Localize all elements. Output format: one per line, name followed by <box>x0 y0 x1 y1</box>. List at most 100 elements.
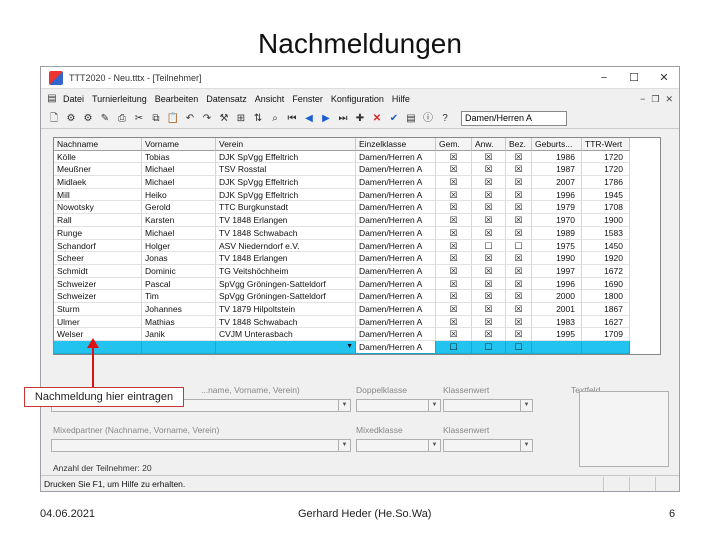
table-row[interactable]: Meußner Michael TSV Rosstal Damen/Herren A ☒… <box>54 163 660 177</box>
chevron-down-icon[interactable]: ▼ <box>338 400 350 411</box>
cut-icon[interactable]: ✂ <box>132 112 146 126</box>
cell-vorname[interactable]: Michael <box>142 163 216 177</box>
last-record-icon[interactable]: ⏭ <box>336 112 350 126</box>
gem-checkbox[interactable]: ☒ <box>436 226 472 240</box>
bez-checkbox[interactable]: ☒ <box>506 264 532 278</box>
cell-nachname[interactable]: Midlaek <box>54 176 142 189</box>
gem-checkbox[interactable]: ☒ <box>436 290 472 303</box>
cell-nachname[interactable]: Ulmer <box>54 315 142 329</box>
cell-geburtsjahr[interactable]: 1970 <box>532 214 582 227</box>
new-verein-cell[interactable]: ▼ <box>216 341 356 354</box>
class-select[interactable]: Damen/Herren A <box>461 111 567 126</box>
add-record-icon[interactable]: ✚ <box>353 112 367 126</box>
gem-checkbox[interactable]: ☒ <box>436 150 472 164</box>
chevron-down-icon[interactable]: ▼ <box>520 440 532 451</box>
bez-checkbox[interactable]: ☒ <box>506 226 532 240</box>
gem-checkbox[interactable]: ☒ <box>436 252 472 265</box>
cell-nachname[interactable]: Scheer <box>54 252 142 265</box>
mdi-close-button[interactable]: ✕ <box>665 94 673 105</box>
cell-nachname[interactable]: Schweizer <box>54 277 142 291</box>
menu-datei[interactable]: Datei <box>59 94 88 104</box>
anw-checkbox[interactable]: ☒ <box>472 252 506 265</box>
cell-geburtsjahr[interactable]: 1996 <box>532 188 582 202</box>
cell-verein[interactable]: ASV Niederndorf e.V. <box>216 239 356 253</box>
cell-ttr[interactable]: 1583 <box>582 226 630 240</box>
anw-checkbox[interactable]: ☐ <box>472 239 506 253</box>
table-icon[interactable]: ⊞ <box>234 112 248 126</box>
copy-icon[interactable]: ⧉ <box>149 112 163 126</box>
gem-checkbox[interactable]: ☒ <box>436 328 472 341</box>
info-icon[interactable]: ⓘ <box>421 112 435 126</box>
anw-checkbox[interactable]: ☒ <box>472 290 506 303</box>
col-einzelklasse[interactable]: Einzelklasse <box>356 138 436 151</box>
new-gem-checkbox[interactable]: ☐ <box>436 341 472 354</box>
cell-vorname[interactable]: Jonas <box>142 252 216 265</box>
col-verein[interactable]: Verein <box>216 138 356 151</box>
chevron-down-icon[interactable]: ▼ <box>428 400 440 411</box>
cell-verein[interactable]: TV 1848 Erlangen <box>216 214 356 227</box>
new-anw-checkbox[interactable]: ☐ <box>472 341 506 354</box>
cell-geburtsjahr[interactable]: 1989 <box>532 226 582 240</box>
cell-einzelklasse[interactable]: Damen/Herren A <box>356 277 436 291</box>
cell-verein[interactable]: TSV Rosstal <box>216 163 356 177</box>
confirm-icon[interactable]: ✔ <box>387 112 401 126</box>
list-icon[interactable]: ▤ <box>404 112 418 126</box>
cell-ttr[interactable]: 1786 <box>582 176 630 189</box>
sort-icon[interactable]: ⇅ <box>251 112 265 126</box>
doppelklasse-select[interactable]: ▼ <box>356 399 441 412</box>
cell-ttr[interactable]: 1945 <box>582 188 630 202</box>
table-row[interactable]: Mill Heiko DJK SpVgg Effeltrich Damen/Herre… <box>54 188 660 202</box>
cell-geburtsjahr[interactable]: 1986 <box>532 150 582 164</box>
anw-checkbox[interactable]: ☒ <box>472 188 506 202</box>
new-bez-checkbox[interactable]: ☐ <box>506 341 532 354</box>
textfeld-input[interactable] <box>579 391 669 467</box>
cell-verein[interactable]: CVJM Unterasbach <box>216 328 356 341</box>
cell-nachname[interactable]: Rall <box>54 214 142 227</box>
table-row[interactable]: Schandorf Holger ASV Niederndorf e.V. Damen… <box>54 239 660 253</box>
gem-checkbox[interactable]: ☒ <box>436 239 472 253</box>
minimize-button[interactable]: − <box>589 72 619 84</box>
col-anw[interactable]: Anw. <box>472 138 506 151</box>
chevron-down-icon[interactable]: ▼ <box>346 341 353 353</box>
anw-checkbox[interactable]: ☒ <box>472 302 506 316</box>
cell-nachname[interactable]: Schandorf <box>54 239 142 253</box>
cell-einzelklasse[interactable]: Damen/Herren A <box>356 176 436 189</box>
gem-checkbox[interactable]: ☒ <box>436 214 472 227</box>
bez-checkbox[interactable]: ☒ <box>506 328 532 341</box>
cell-geburtsjahr[interactable]: 1979 <box>532 201 582 215</box>
help-icon[interactable]: ? <box>438 112 452 126</box>
new-entry-row[interactable]: ▼ Damen/Herren A ☐ ☐ ☐ <box>54 341 660 354</box>
klassenwert-select[interactable]: ▼ <box>443 399 533 412</box>
cell-ttr[interactable]: 1920 <box>582 252 630 265</box>
anw-checkbox[interactable]: ☒ <box>472 264 506 278</box>
cell-ttr[interactable]: 1720 <box>582 163 630 177</box>
cell-nachname[interactable]: Nowotsky <box>54 201 142 215</box>
gem-checkbox[interactable]: ☒ <box>436 163 472 177</box>
cell-einzelklasse[interactable]: Damen/Herren A <box>356 290 436 303</box>
cell-verein[interactable]: DJK SpVgg Effeltrich <box>216 188 356 202</box>
cell-einzelklasse[interactable]: Damen/Herren A <box>356 264 436 278</box>
cell-einzelklasse[interactable]: Damen/Herren A <box>356 226 436 240</box>
cell-ttr[interactable]: 1450 <box>582 239 630 253</box>
print-icon[interactable]: ⎙ <box>115 112 129 126</box>
cell-ttr[interactable]: 1672 <box>582 264 630 278</box>
cell-vorname[interactable]: Johannes <box>142 302 216 316</box>
table-row[interactable]: Midlaek Michael DJK SpVgg Effeltrich Damen/… <box>54 176 660 189</box>
cell-verein[interactable]: DJK SpVgg Effeltrich <box>216 176 356 189</box>
bez-checkbox[interactable]: ☒ <box>506 290 532 303</box>
new-vorname-cell[interactable] <box>142 341 216 354</box>
cell-geburtsjahr[interactable]: 2000 <box>532 290 582 303</box>
mixedpartner-select[interactable]: ▼ <box>51 439 351 452</box>
col-vorname[interactable]: Vorname <box>142 138 216 151</box>
next-record-icon[interactable]: ▶ <box>319 112 333 126</box>
new-icon[interactable]: 🗋 <box>47 112 61 126</box>
gem-checkbox[interactable]: ☒ <box>436 315 472 329</box>
col-gem[interactable]: Gem. <box>436 138 472 151</box>
cell-ttr[interactable]: 1627 <box>582 315 630 329</box>
cell-geburtsjahr[interactable]: 1987 <box>532 163 582 177</box>
cell-ttr[interactable]: 1708 <box>582 201 630 215</box>
col-bez[interactable]: Bez. <box>506 138 532 151</box>
cell-vorname[interactable]: Holger <box>142 239 216 253</box>
menu-ansicht[interactable]: Ansicht <box>251 94 289 104</box>
cell-geburtsjahr[interactable]: 2001 <box>532 302 582 316</box>
